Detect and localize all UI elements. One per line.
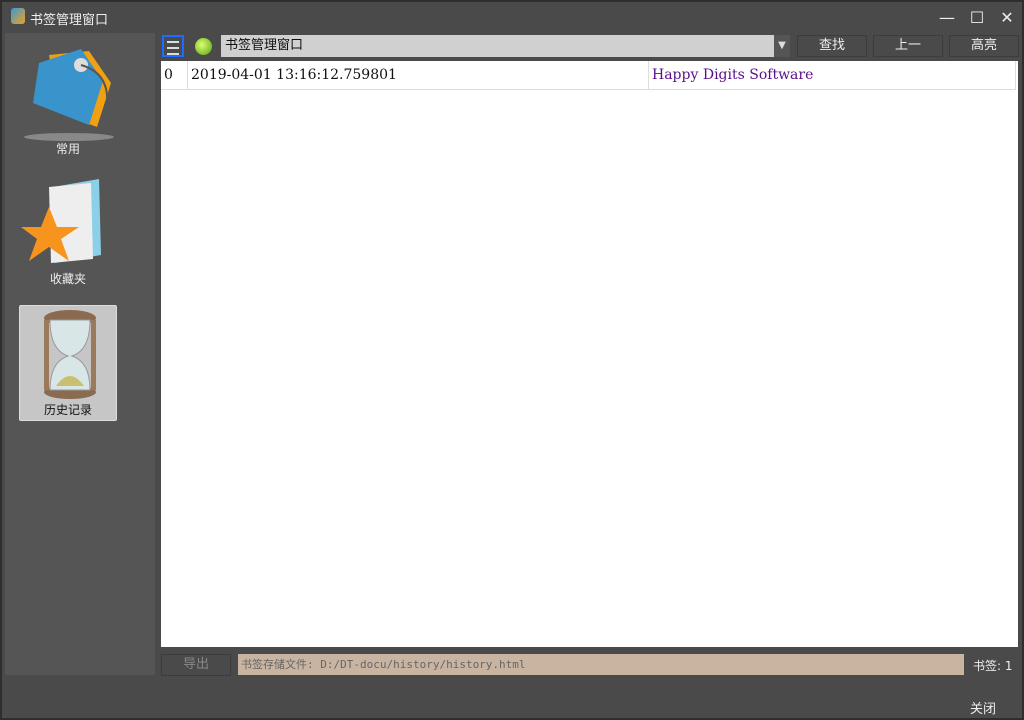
- sidebar-item-history[interactable]: 历史记录: [19, 305, 117, 421]
- cell-time: 2019-04-01 13:16:12.759801: [188, 61, 649, 90]
- star-folder-icon: [21, 179, 101, 263]
- bookmark-combo[interactable]: 书签管理窗口 ▼: [221, 35, 790, 57]
- menu-icon-line: [167, 47, 179, 49]
- bookmark-count: 书签: 1: [973, 659, 1013, 673]
- cell-index: 0: [161, 61, 188, 90]
- maximize-button[interactable]: ☐: [967, 8, 987, 28]
- cell-title-link[interactable]: Happy Digits Software: [649, 61, 1016, 90]
- menu-button[interactable]: [162, 35, 184, 57]
- combo-value: 书签管理窗口: [225, 38, 304, 53]
- sidebar-item-label: 历史记录: [43, 403, 92, 417]
- minimize-button[interactable]: —: [937, 8, 957, 28]
- close-button[interactable]: 关闭: [970, 698, 996, 717]
- window-title: 书签管理窗口: [30, 13, 109, 28]
- menu-icon: [167, 41, 179, 43]
- sidebar-item-label: 常用: [55, 142, 80, 156]
- menu-icon-line: [167, 53, 179, 55]
- sidebar-item-favorites[interactable]: 收藏夹: [19, 173, 117, 289]
- sidebar-item-common[interactable]: 常用: [19, 43, 117, 159]
- find-button[interactable]: 查找: [797, 35, 867, 57]
- table-row[interactable]: 0 2019-04-01 13:16:12.759801 Happy Digit…: [161, 61, 1016, 90]
- refresh-icon[interactable]: [195, 38, 212, 55]
- sidebar: 常用 收藏夹 历史记录: [5, 33, 155, 675]
- app-icon: [11, 8, 25, 24]
- sidebar-item-label: 收藏夹: [49, 272, 86, 286]
- export-button[interactable]: 导出: [161, 654, 231, 676]
- chevron-down-icon[interactable]: ▼: [774, 35, 790, 57]
- tag-icon: [24, 49, 114, 141]
- hourglass-icon: [44, 310, 96, 399]
- storage-path-field: 书签存储文件: D:/DT-docu/history/history.html: [238, 654, 964, 675]
- close-window-button[interactable]: ✕: [997, 8, 1017, 28]
- prev-button[interactable]: 上一: [873, 35, 943, 57]
- highlight-button[interactable]: 高亮: [949, 35, 1019, 57]
- history-table: 0 2019-04-01 13:16:12.759801 Happy Digit…: [161, 61, 1018, 647]
